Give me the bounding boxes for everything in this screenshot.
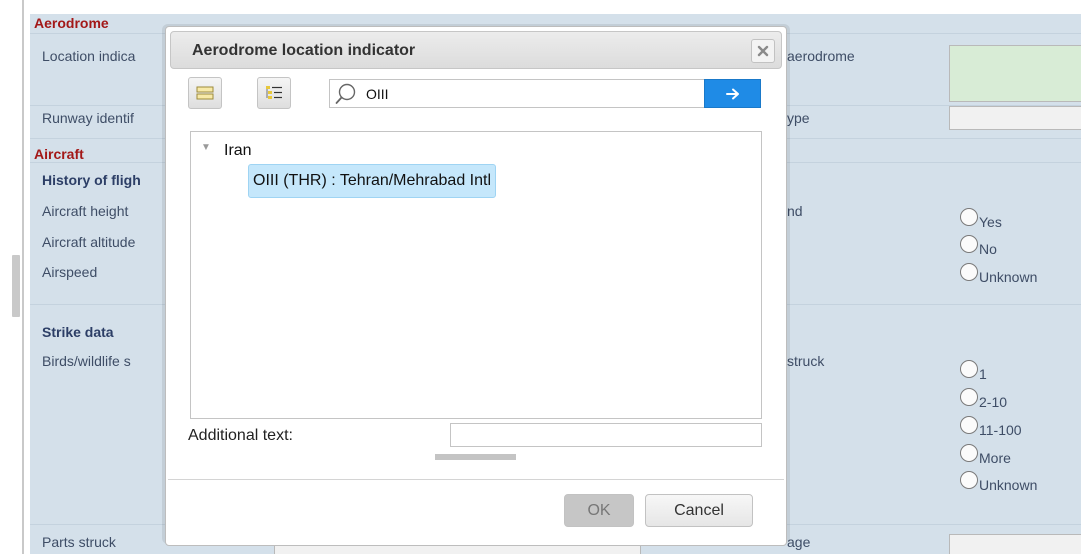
search-go-button[interactable] xyxy=(704,79,761,108)
radio-count-11-100[interactable]: 11-100 xyxy=(960,416,1022,438)
damage-field[interactable] xyxy=(949,534,1081,554)
aerodrome-location-dialog: Aerodrome location indicator OIII ▼ Iran… xyxy=(165,26,787,546)
section-aircraft: Aircraft xyxy=(34,146,84,162)
label-birds-wildlife: Birds/wildlife s xyxy=(42,353,131,369)
arrow-right-icon xyxy=(725,88,739,99)
label-aircraft-altitude: Aircraft altitude xyxy=(42,234,136,250)
section-aerodrome: Aerodrome xyxy=(34,15,109,31)
tree-view-button[interactable] xyxy=(257,77,291,109)
dialog-footer-divider xyxy=(168,479,784,480)
label-damage: age xyxy=(787,534,811,550)
cancel-button[interactable]: Cancel xyxy=(645,494,753,527)
radio-no[interactable]: No xyxy=(960,235,997,257)
tree-view-icon xyxy=(266,86,282,99)
scrollbar-thumb[interactable] xyxy=(12,255,20,317)
label-location-indicator: Location indica xyxy=(42,48,136,64)
label-aerodrome: aerodrome xyxy=(787,48,855,64)
tree-node-country[interactable]: Iran xyxy=(224,142,252,160)
list-view-icon xyxy=(196,86,214,100)
radio-count-more[interactable]: More xyxy=(960,444,1011,466)
label-type: ype xyxy=(787,110,810,126)
aerodrome-name-field[interactable] xyxy=(949,45,1081,102)
radio-count-unknown[interactable]: Unknown xyxy=(960,471,1037,493)
search-box xyxy=(329,79,761,108)
close-icon xyxy=(757,45,769,57)
radio-unknown-1[interactable]: Unknown xyxy=(960,263,1037,285)
close-button[interactable] xyxy=(751,39,775,63)
list-view-button[interactable] xyxy=(188,77,222,109)
search-input[interactable] xyxy=(366,84,696,104)
search-icon xyxy=(335,83,356,104)
subsection-strike-data: Strike data xyxy=(42,324,114,340)
label-struck: struck xyxy=(787,353,825,369)
radio-count-1[interactable]: 1 xyxy=(960,360,987,382)
additional-text-input[interactable] xyxy=(450,423,762,447)
type-field[interactable] xyxy=(949,106,1081,130)
additional-text-label: Additional text: xyxy=(188,427,293,444)
radio-yes[interactable]: Yes xyxy=(960,208,1002,230)
dialog-title: Aerodrome location indicator xyxy=(192,42,416,59)
ok-button[interactable]: OK xyxy=(564,494,634,527)
label-airspeed: Airspeed xyxy=(42,264,98,280)
results-tree: ▼ Iran OIII (THR) : Tehran/Mehrabad Intl xyxy=(190,131,762,419)
radio-count-2-10[interactable]: 2-10 xyxy=(960,388,1007,410)
tree-expand-icon[interactable]: ▼ xyxy=(201,142,211,153)
tree-item-selected[interactable]: OIII (THR) : Tehran/Mehrabad Intl xyxy=(248,164,497,198)
resize-grip[interactable] xyxy=(435,454,516,460)
page-left-border xyxy=(22,0,24,554)
dialog-header[interactable]: Aerodrome location indicator xyxy=(170,31,782,69)
label-aircraft-height: Aircraft height xyxy=(42,203,129,219)
subsection-history-of-flight: History of fligh xyxy=(42,172,141,188)
label-parts-struck: Parts struck xyxy=(42,534,116,550)
label-runway-identifier: Runway identif xyxy=(42,110,134,126)
